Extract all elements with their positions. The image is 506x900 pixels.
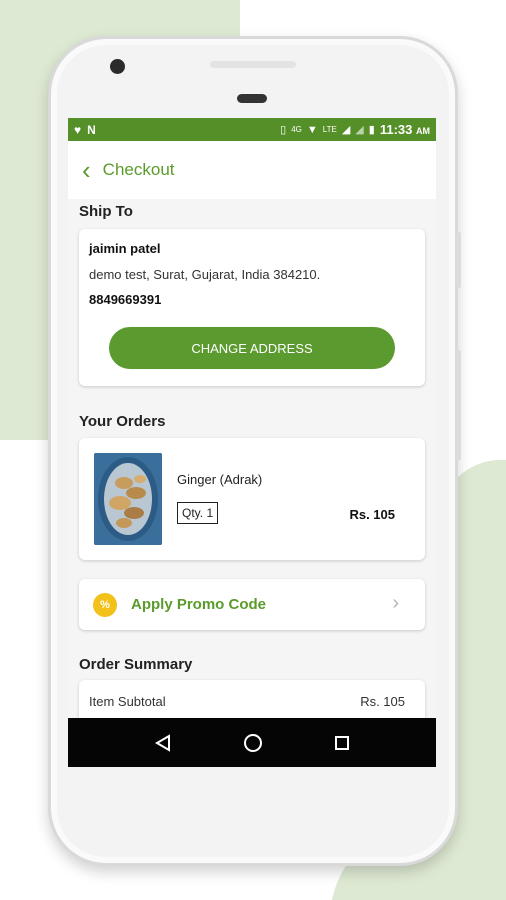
promo-label: Apply Promo Code [131,596,267,613]
volume-button [456,232,461,288]
vibrate-icon: ▯ [280,124,287,136]
recipient-phone: 8849669391 [89,292,162,307]
status-bar: ♥ N ▯ 4G ▼ LTE ◢ ◢ ▮ 11:33 AM [68,118,436,141]
earpiece-speaker [210,61,296,68]
recents-icon[interactable] [334,735,350,751]
phone-screen: ♥ N ▯ 4G ▼ LTE ◢ ◢ ▮ 11:33 AM ‹ Checkout… [68,118,436,767]
ship-to-heading: Ship To [79,203,133,220]
app-bar: ‹ Checkout [68,141,436,199]
heart-icon: ♥ [74,122,82,137]
apply-promo-button[interactable]: % Apply Promo Code › [79,579,425,630]
quantity-box[interactable]: Qty. 1 [177,502,219,524]
lte-icon: LTE [322,125,337,134]
product-name: Ginger (Adrak) [177,472,263,487]
clock-time: 11:33 [379,122,413,137]
chevron-right-icon: › [392,592,399,614]
your-orders-heading: Your Orders [79,413,166,430]
clock: 11:33 AM [380,122,430,137]
front-camera [110,59,125,74]
product-image [94,453,162,545]
back-arrow-icon[interactable]: ‹ [82,157,91,183]
back-icon[interactable] [154,733,172,752]
power-button [456,350,461,460]
clock-ampm: AM [416,126,430,136]
product-price: Rs. 105 [349,507,395,522]
percent-icon: % [93,593,117,617]
ginger-basket-image [94,453,162,545]
summary-value: Rs. 105 [360,694,405,709]
signal-2-icon: ◢ [355,124,364,136]
page-title: Checkout [102,160,175,179]
notification-n-icon: N [87,122,96,137]
battery-icon: ▮ [368,124,375,136]
home-icon[interactable] [243,733,263,753]
summary-row: Item Subtotal Rs. 105 [89,694,405,709]
summary-label: Item Subtotal [89,694,166,709]
sensor-slot [237,94,267,103]
network-4g-icon: 4G [291,125,302,134]
promo-stage: ♥ N ▯ 4G ▼ LTE ◢ ◢ ▮ 11:33 AM ‹ Checkout… [0,0,506,900]
order-item: Ginger (Adrak) Qty. 1 Rs. 105 [79,438,425,560]
shipping-address: demo test, Surat, Gujarat, India 384210. [89,267,321,282]
recipient-name: jaimin patel [89,241,161,256]
address-card: jaimin patel demo test, Surat, Gujarat, … [79,229,425,386]
order-summary-heading: Order Summary [79,656,193,673]
signal-icon: ◢ [341,124,351,136]
change-address-button[interactable]: CHANGE ADDRESS [109,327,395,369]
android-nav-bar [68,718,436,767]
wifi-icon: ▼ [306,123,318,136]
